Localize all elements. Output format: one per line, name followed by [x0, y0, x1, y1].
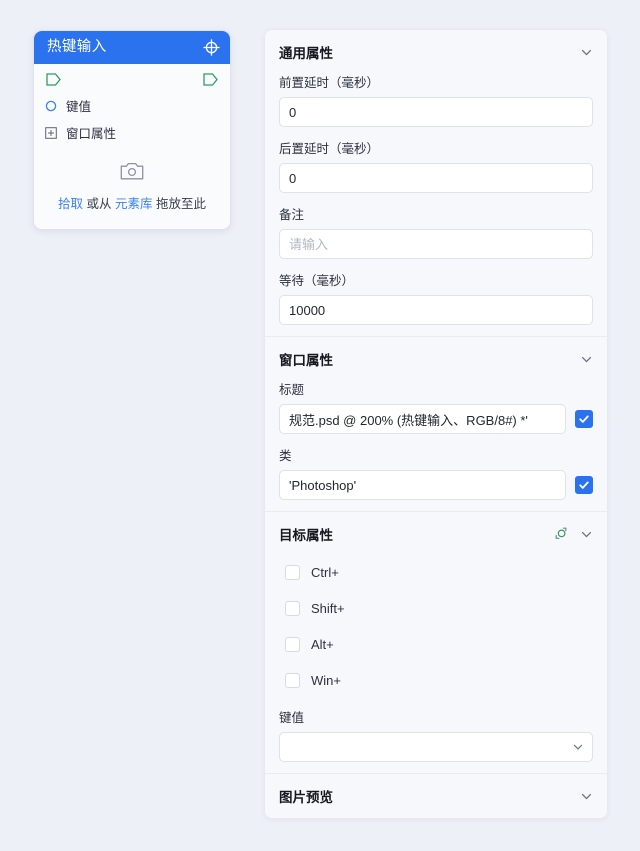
field-label: 前置延时（毫秒） [279, 76, 380, 90]
title-row [279, 404, 593, 434]
field-label: 类 [279, 449, 292, 463]
properties-panel: 通用属性 前置延时（毫秒） 后置延时（毫秒） 备注 等待（毫秒） [264, 29, 608, 819]
field-key-value: 键值 [279, 707, 593, 762]
window-title-enabled-checkbox[interactable] [575, 410, 593, 428]
section-general-properties: 通用属性 前置延时（毫秒） 后置延时（毫秒） 备注 等待（毫秒） [265, 30, 607, 336]
node-port-row [34, 64, 230, 92]
section-target-properties: 目标属性 Ctrl+ Shift+ Alt+ Win+ 键值 [265, 511, 607, 773]
modifier-label: Shift+ [311, 600, 345, 616]
alt-checkbox[interactable] [285, 636, 300, 652]
drop-text-middle: 或从 [86, 197, 112, 211]
drop-zone-text: 拾取 或从 元素库 拖放至此 [42, 193, 222, 212]
input-port-icon[interactable] [45, 72, 62, 87]
node-row-label: 键值 [66, 100, 92, 114]
section-body-window: 标题 类 [265, 379, 607, 511]
section-title: 图片预览 [279, 790, 333, 805]
section-body-general: 前置延时（毫秒） 后置延时（毫秒） 备注 等待（毫秒） [265, 72, 607, 336]
section-image-preview: 图片预览 [265, 773, 607, 818]
chevron-down-icon[interactable] [580, 353, 593, 366]
modifier-label: Ctrl+ [311, 564, 339, 580]
field-window-title: 标题 [279, 379, 593, 434]
node-header[interactable]: 热键输入 [34, 31, 230, 64]
wait-input[interactable] [279, 295, 593, 325]
field-label: 键值 [279, 711, 305, 725]
field-label: 等待（毫秒） [279, 274, 355, 288]
modifier-label: Alt+ [311, 636, 334, 652]
section-header-general[interactable]: 通用属性 [265, 30, 607, 72]
key-value-select-wrap [279, 732, 593, 762]
element-drop-zone[interactable]: 拾取 或从 元素库 拖放至此 [34, 146, 230, 229]
window-title-input[interactable] [279, 404, 566, 434]
drop-text-tail: 拖放至此 [155, 197, 206, 211]
field-label: 后置延时（毫秒） [279, 142, 380, 156]
modifier-row-win[interactable]: Win+ [279, 662, 593, 698]
window-class-enabled-checkbox[interactable] [575, 476, 593, 494]
pre-delay-input[interactable] [279, 97, 593, 127]
chevron-down-icon[interactable] [580, 528, 593, 541]
field-post-delay: 后置延时（毫秒） [279, 138, 593, 193]
section-header-target[interactable]: 目标属性 [265, 512, 607, 554]
circle-icon [45, 100, 57, 112]
crosshair-icon[interactable] [202, 38, 221, 57]
chevron-down-icon[interactable] [580, 790, 593, 803]
modifier-row-shift[interactable]: Shift+ [279, 590, 593, 626]
ctrl-checkbox[interactable] [285, 564, 300, 580]
section-title: 窗口属性 [279, 353, 333, 368]
key-value-select[interactable] [279, 732, 593, 762]
pick-link[interactable]: 拾取 [58, 197, 83, 211]
chevron-down-icon[interactable] [580, 46, 593, 59]
section-window-properties: 窗口属性 标题 类 [265, 336, 607, 511]
post-delay-input[interactable] [279, 163, 593, 193]
class-row [279, 470, 593, 500]
node-title: 热键输入 [47, 39, 107, 56]
node-body: 键值 窗口属性 拾取 或从 元素库 拖放至此 [34, 64, 230, 229]
field-label: 备注 [279, 208, 305, 222]
field-pre-delay: 前置延时（毫秒） [279, 72, 593, 127]
field-remark: 备注 [279, 204, 593, 259]
field-label: 标题 [279, 383, 305, 397]
plus-box-icon[interactable] [45, 126, 57, 139]
node-row-keyvalue[interactable]: 键值 [34, 92, 230, 119]
node-row-window-props[interactable]: 窗口属性 [34, 119, 230, 146]
hotkey-input-node-card[interactable]: 热键输入 键值 窗口属性 拾取 或从 元素库 拖放至此 [33, 30, 231, 230]
shift-checkbox[interactable] [285, 600, 300, 616]
section-header-window[interactable]: 窗口属性 [265, 337, 607, 379]
modifier-row-alt[interactable]: Alt+ [279, 626, 593, 662]
section-body-target: Ctrl+ Shift+ Alt+ Win+ 键值 [265, 554, 607, 773]
node-row-label: 窗口属性 [66, 127, 117, 141]
modifier-label: Win+ [311, 672, 341, 688]
section-title: 目标属性 [279, 528, 333, 543]
section-title: 通用属性 [279, 46, 333, 61]
field-window-class: 类 [279, 445, 593, 500]
win-checkbox[interactable] [285, 672, 300, 688]
capture-target-icon[interactable] [553, 526, 574, 542]
remark-input[interactable] [279, 229, 593, 259]
element-library-link[interactable]: 元素库 [115, 197, 153, 211]
output-port-icon[interactable] [202, 72, 219, 87]
field-wait: 等待（毫秒） [279, 270, 593, 325]
modifier-row-ctrl[interactable]: Ctrl+ [279, 554, 593, 590]
window-class-input[interactable] [279, 470, 566, 500]
camera-icon [120, 162, 144, 184]
section-header-image-preview[interactable]: 图片预览 [265, 774, 607, 818]
